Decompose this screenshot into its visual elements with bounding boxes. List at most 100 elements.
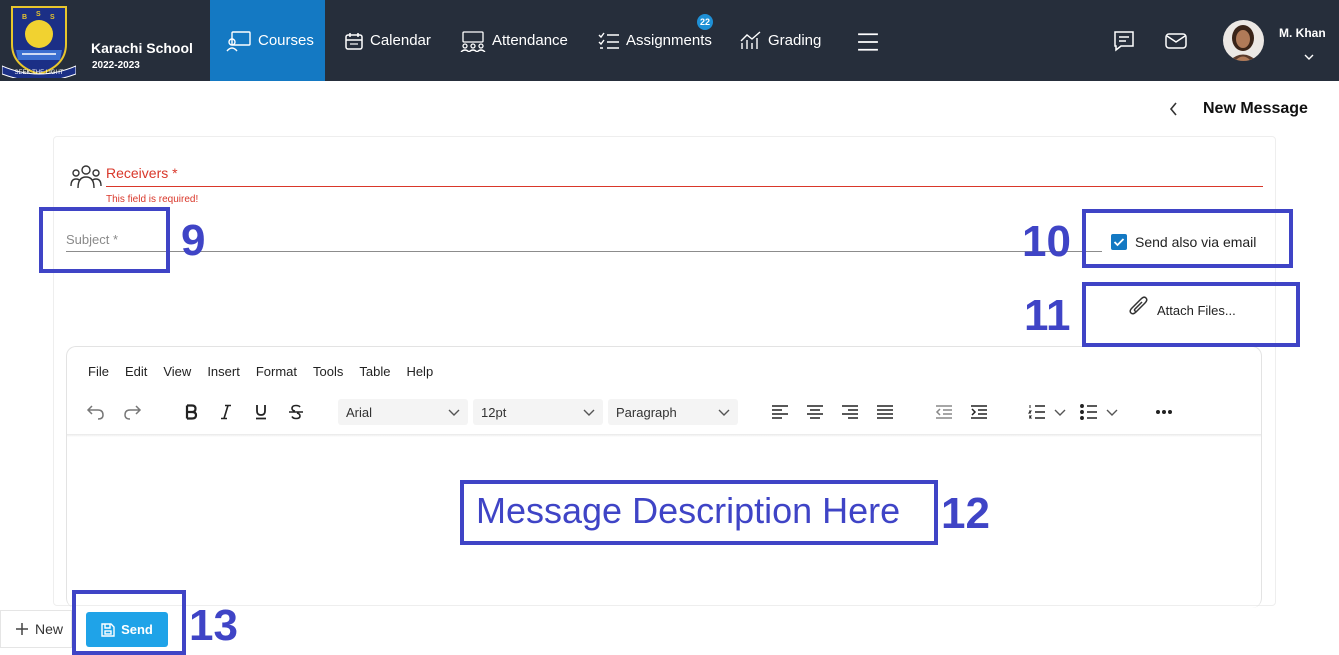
nav-grading-label: Grading <box>768 32 822 49</box>
message-description-placeholder[interactable]: Message Description Here <box>476 490 900 532</box>
chat-icon[interactable] <box>1113 30 1135 52</box>
receivers-icon <box>70 165 102 189</box>
nav-courses-label: Courses <box>258 32 314 49</box>
receivers-field-label[interactable]: Receivers * <box>106 165 178 181</box>
underline-button[interactable] <box>251 402 271 422</box>
subject-input[interactable] <box>66 228 1102 252</box>
align-center-button[interactable] <box>805 402 825 422</box>
align-left-button[interactable] <box>770 402 790 422</box>
back-chevron-icon[interactable] <box>1168 101 1180 117</box>
bullet-list-icon <box>1080 404 1097 420</box>
italic-icon <box>221 404 231 420</box>
svg-text:B: B <box>22 14 27 21</box>
toolbar-divider <box>67 434 1261 437</box>
menu-view[interactable]: View <box>163 364 191 379</box>
more-icon <box>1156 410 1172 414</box>
align-right-icon <box>842 405 858 419</box>
user-name[interactable]: M. Khan <box>1279 26 1326 40</box>
menu-edit[interactable]: Edit <box>125 364 147 379</box>
plus-icon <box>16 623 28 635</box>
align-left-icon <box>772 405 788 419</box>
font-family-select[interactable]: Arial <box>338 399 468 425</box>
annotation-number-10: 10 <box>1022 217 1071 266</box>
undo-button[interactable] <box>86 402 106 422</box>
annotation-number-9: 9 <box>181 216 206 265</box>
underline-icon <box>256 405 266 420</box>
indent-icon <box>971 405 987 419</box>
nav-calendar[interactable]: Calendar <box>344 0 431 81</box>
annotation-box-attach <box>1082 282 1300 347</box>
bold-icon <box>185 404 198 420</box>
chevron-down-icon <box>448 409 460 416</box>
svg-text:S: S <box>36 11 41 18</box>
new-button-label: New <box>35 621 64 637</box>
receivers-error-message: This field is required! <box>106 194 199 205</box>
svg-text:S: S <box>50 14 55 21</box>
numbered-list-button[interactable] <box>1028 402 1072 422</box>
block-format-select[interactable]: Paragraph <box>608 399 738 425</box>
nav-courses[interactable]: Courses <box>210 0 325 81</box>
calendar-icon <box>345 32 363 50</box>
menu-icon[interactable] <box>857 31 879 53</box>
nav-attendance[interactable]: Attendance <box>460 0 568 81</box>
menu-file[interactable]: File <box>88 364 109 379</box>
align-right-button[interactable] <box>840 402 860 422</box>
menu-format[interactable]: Format <box>256 364 297 379</box>
annotation-box-subject <box>39 207 170 273</box>
bullet-list-button[interactable] <box>1080 402 1124 422</box>
nav-assignments-label: Assignments <box>626 32 712 49</box>
courses-icon <box>226 30 251 51</box>
svg-text:SEEK THE LIGHT: SEEK THE LIGHT <box>15 70 64 76</box>
mail-icon[interactable] <box>1165 30 1187 52</box>
align-justify-icon <box>877 405 893 419</box>
block-format-value: Paragraph <box>616 404 677 420</box>
top-navigation: B S S SEEK THE LIGHT Karachi School 2022… <box>0 0 1339 81</box>
menu-insert[interactable]: Insert <box>207 364 240 379</box>
redo-icon <box>124 405 142 420</box>
grading-icon <box>740 30 761 49</box>
redo-button[interactable] <box>122 402 142 422</box>
annotation-number-13: 13 <box>189 601 238 650</box>
bold-button[interactable] <box>181 402 201 422</box>
outdent-icon <box>935 405 952 419</box>
font-size-select[interactable]: 12pt <box>473 399 603 425</box>
rich-text-editor[interactable] <box>66 346 1262 608</box>
avatar[interactable] <box>1223 20 1264 61</box>
editor-menubar: File Edit View Insert Format Tools Table… <box>88 364 449 379</box>
annotation-number-12: 12 <box>941 489 990 538</box>
annotation-number-11: 11 <box>1024 291 1071 340</box>
send-button[interactable]: Send <box>86 612 168 647</box>
new-message-button[interactable]: New <box>0 610 72 648</box>
receivers-field-underline <box>106 186 1263 187</box>
assignments-badge: 22 <box>697 14 713 30</box>
menu-tools[interactable]: Tools <box>313 364 343 379</box>
nav-grading[interactable]: Grading <box>740 0 821 81</box>
outdent-button[interactable] <box>934 402 954 422</box>
font-family-value: Arial <box>346 404 373 420</box>
chevron-down-icon <box>1106 409 1118 416</box>
assignments-icon <box>598 32 619 49</box>
align-justify-button[interactable] <box>875 402 895 422</box>
menu-table[interactable]: Table <box>359 364 390 379</box>
font-size-value: 12pt <box>481 404 507 420</box>
chevron-down-icon <box>583 409 595 416</box>
strikethrough-icon <box>289 404 303 420</box>
strikethrough-button[interactable] <box>286 402 306 422</box>
school-name: Karachi School <box>91 40 193 56</box>
menu-help[interactable]: Help <box>406 364 433 379</box>
more-options-button[interactable] <box>1154 402 1174 422</box>
align-center-icon <box>807 405 823 419</box>
chevron-down-icon <box>718 409 730 416</box>
attendance-icon <box>460 30 486 52</box>
chevron-down-icon[interactable] <box>1303 53 1315 61</box>
nav-assignments[interactable]: Assignments <box>598 0 712 81</box>
indent-button[interactable] <box>969 402 989 422</box>
school-logo[interactable]: B S S SEEK THE LIGHT <box>2 4 76 78</box>
italic-button[interactable] <box>216 402 236 422</box>
save-icon <box>101 622 115 637</box>
nav-calendar-label: Calendar <box>370 32 431 49</box>
annotation-box-email <box>1082 209 1293 268</box>
undo-icon <box>86 405 104 420</box>
numbered-list-icon <box>1028 405 1045 419</box>
send-button-label: Send <box>121 622 153 637</box>
